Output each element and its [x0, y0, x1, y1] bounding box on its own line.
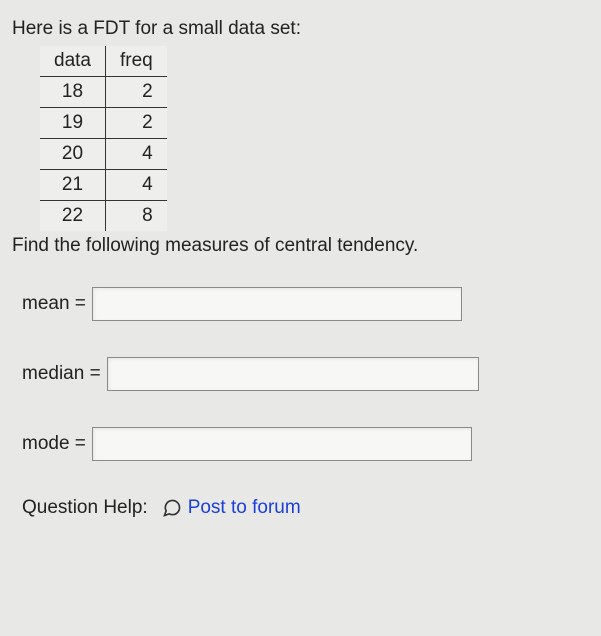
mean-label: mean = — [22, 293, 86, 315]
table-header-data: data — [40, 46, 105, 77]
mean-input[interactable] — [92, 287, 462, 321]
intro-text: Here is a FDT for a small data set: — [12, 18, 579, 40]
table-cell-data: 20 — [40, 139, 105, 170]
table-row: 20 4 — [40, 139, 167, 170]
table-cell-freq: 2 — [105, 108, 166, 139]
table-row: 22 8 — [40, 201, 167, 232]
table-row: 18 2 — [40, 77, 167, 108]
table-cell-freq: 4 — [105, 170, 166, 201]
table-cell-freq: 2 — [105, 77, 166, 108]
table-cell-freq: 8 — [105, 201, 166, 232]
mode-input[interactable] — [92, 427, 472, 461]
table-cell-freq: 4 — [105, 139, 166, 170]
fdt-table: data freq 18 2 19 2 20 4 21 4 22 8 — [40, 46, 167, 231]
table-cell-data: 18 — [40, 77, 105, 108]
table-cell-data: 22 — [40, 201, 105, 232]
prompt-text: Find the following measures of central t… — [12, 235, 579, 257]
question-help-label: Question Help: — [22, 497, 148, 519]
table-header-freq: freq — [105, 46, 166, 77]
median-label: median = — [22, 363, 101, 385]
table-cell-data: 21 — [40, 170, 105, 201]
post-to-forum-link[interactable]: Post to forum — [188, 497, 301, 519]
table-row: 21 4 — [40, 170, 167, 201]
mode-label: mode = — [22, 433, 86, 455]
chat-icon — [162, 498, 182, 518]
median-input[interactable] — [107, 357, 479, 391]
table-row: 19 2 — [40, 108, 167, 139]
table-cell-data: 19 — [40, 108, 105, 139]
